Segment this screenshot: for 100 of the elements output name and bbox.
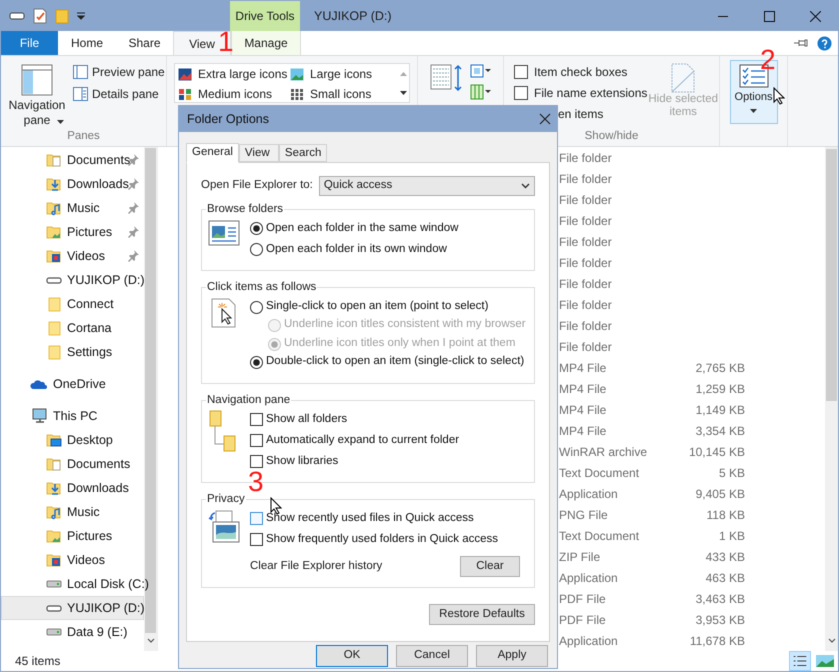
- ribbon-tab[interactable]: Share: [116, 31, 173, 55]
- clear-button[interactable]: Clear: [460, 556, 520, 577]
- file-type-cell-text: ZIP File: [559, 548, 602, 566]
- file-type-cell-text: File folder: [559, 318, 613, 334]
- navigation-item[interactable]: Pictures: [1, 524, 144, 548]
- navigation-item[interactable]: Videos: [1, 244, 144, 268]
- file-type-cell-text: Text Document: [559, 528, 640, 544]
- file-type-cell-text: PNG File: [559, 506, 609, 524]
- navigation-label: Settings: [67, 344, 112, 361]
- radio-button[interactable]: [250, 356, 263, 368]
- dropdown-field[interactable]: Quick access: [318, 176, 535, 196]
- dialog-button[interactable]: Apply: [476, 645, 548, 667]
- navigation-item[interactable]: Downloads: [1, 172, 144, 196]
- group-title: Click items as follows: [206, 280, 318, 296]
- navigation-item[interactable]: Downloads: [1, 476, 144, 500]
- item-count: 45 items: [15, 653, 60, 670]
- radio-button[interactable]: [250, 243, 263, 256]
- checkbox-label: File name extensions: [534, 85, 648, 102]
- navigation-item[interactable]: Music: [1, 196, 144, 220]
- scrollbar[interactable]: [825, 147, 838, 651]
- music-folder-icon: [46, 200, 62, 216]
- file-type-cell-text: File folder: [559, 276, 613, 292]
- layout-option[interactable]: Medium icons: [178, 85, 290, 103]
- group-by-icon[interactable]: [470, 64, 492, 78]
- group-label: Panes: [66, 129, 101, 144]
- checkbox[interactable]: [250, 512, 263, 525]
- file-type-cell-text: Application: [559, 632, 619, 650]
- navigation-item[interactable]: Connect: [1, 292, 144, 316]
- navigation-item[interactable]: Cortana: [1, 316, 144, 340]
- navigation-item[interactable]: Desktop: [1, 428, 144, 452]
- layout-option[interactable]: Extra large icons: [178, 65, 290, 83]
- customize-toolbar-icon[interactable]: [77, 12, 85, 20]
- landscape-icon[interactable]: [815, 653, 835, 669]
- file-type-cell-text: File folder: [559, 170, 613, 188]
- radio-button[interactable]: [250, 222, 263, 236]
- dialog-button[interactable]: Cancel: [396, 645, 468, 667]
- computer-icon: [30, 408, 48, 424]
- dialog-button[interactable]: OK: [316, 645, 388, 667]
- option-label: Underline icon titles only when I point at them: [284, 336, 516, 352]
- navigation-item[interactable]: Pictures: [1, 220, 144, 244]
- navigation-item[interactable]: This PC: [1, 404, 144, 428]
- navigation-item[interactable]: Settings: [1, 340, 144, 364]
- dialog-tab[interactable]: View: [238, 144, 279, 162]
- restore-defaults-button[interactable]: Restore Defaults: [429, 604, 535, 625]
- checkbox[interactable]: [250, 533, 263, 546]
- picture-folder-icon: [46, 528, 62, 544]
- ribbon-tab[interactable]: Manage: [231, 31, 301, 55]
- checkbox[interactable]: [250, 434, 263, 447]
- navigation-label: Desktop: [67, 432, 113, 449]
- download-folder-icon: [46, 176, 62, 192]
- document-folder-icon: [46, 456, 62, 472]
- navigation-label: Videos: [67, 552, 105, 569]
- context-tab-title: Drive Tools: [235, 8, 295, 25]
- navigation-item[interactable]: Videos: [1, 548, 144, 572]
- pane-button[interactable]: Details pane: [73, 85, 165, 103]
- navigation-item[interactable]: Documents: [1, 148, 144, 172]
- navigation-item[interactable]: Documents: [1, 452, 144, 476]
- details-view-icon[interactable]: [789, 651, 811, 671]
- option-label: Single-click to open an item (point to select): [266, 299, 488, 314]
- ribbon-tab[interactable]: File: [1, 31, 58, 55]
- layout-option[interactable]: Large icons: [290, 65, 397, 83]
- checkbox[interactable]: [514, 65, 528, 79]
- small-icons-icon: [290, 88, 304, 100]
- ribbon-tab[interactable]: Home: [58, 31, 116, 55]
- checkbox[interactable]: [514, 86, 528, 100]
- navigation-label: YUJIKOP (D:): [67, 272, 145, 289]
- file-type-cell-text: File folder: [559, 150, 613, 166]
- navigation-label: Local Disk (C:): [67, 576, 149, 593]
- drive-icon[interactable]: [9, 11, 25, 21]
- navigation-item[interactable]: OneDrive: [1, 372, 144, 396]
- dialog-tab[interactable]: General: [186, 143, 239, 163]
- properties-icon[interactable]: [33, 8, 47, 24]
- file-type-cell-text: File folder: [559, 212, 613, 230]
- picture-folder-icon: [46, 224, 62, 240]
- navigation-label: Videos: [67, 248, 105, 265]
- help-icon[interactable]: [817, 36, 832, 50]
- cursor-icon: [773, 87, 785, 105]
- scroll-down-icon[interactable]: [828, 638, 836, 643]
- columns-icon[interactable]: [470, 84, 492, 100]
- checkbox[interactable]: [250, 454, 263, 468]
- checkbox[interactable]: [250, 412, 263, 426]
- navigation-item[interactable]: Data 9 (E:): [1, 620, 144, 644]
- navigation-item[interactable]: Music: [1, 500, 144, 524]
- radio-button[interactable]: [250, 300, 263, 314]
- close-icon[interactable]: [539, 113, 551, 125]
- scrollbar-thumb[interactable]: [826, 149, 837, 401]
- file-size-cell-text: 463 KB: [704, 570, 745, 586]
- navigation-pane-button[interactable]: Navigation pane: [1, 61, 73, 128]
- navigation-item[interactable]: YUJIKOP (D:): [1, 596, 144, 620]
- file-type-cell-text: MP4 File: [559, 360, 608, 376]
- sort-icon[interactable]: [430, 64, 464, 92]
- file-size-cell-text: 2,765 KB: [694, 360, 745, 376]
- navigation-item[interactable]: YUJIKOP (D:): [1, 268, 144, 292]
- layout-option[interactable]: Small icons: [290, 85, 397, 103]
- dialog-tab[interactable]: Search: [278, 144, 328, 162]
- pane-button[interactable]: Preview pane: [73, 63, 165, 81]
- option-label: Double-click to open an item (single-click to select): [266, 354, 524, 370]
- field-label: Open File Explorer to:: [201, 178, 313, 194]
- scroll-down-icon[interactable]: [146, 638, 154, 643]
- pane-icon: [73, 65, 88, 79]
